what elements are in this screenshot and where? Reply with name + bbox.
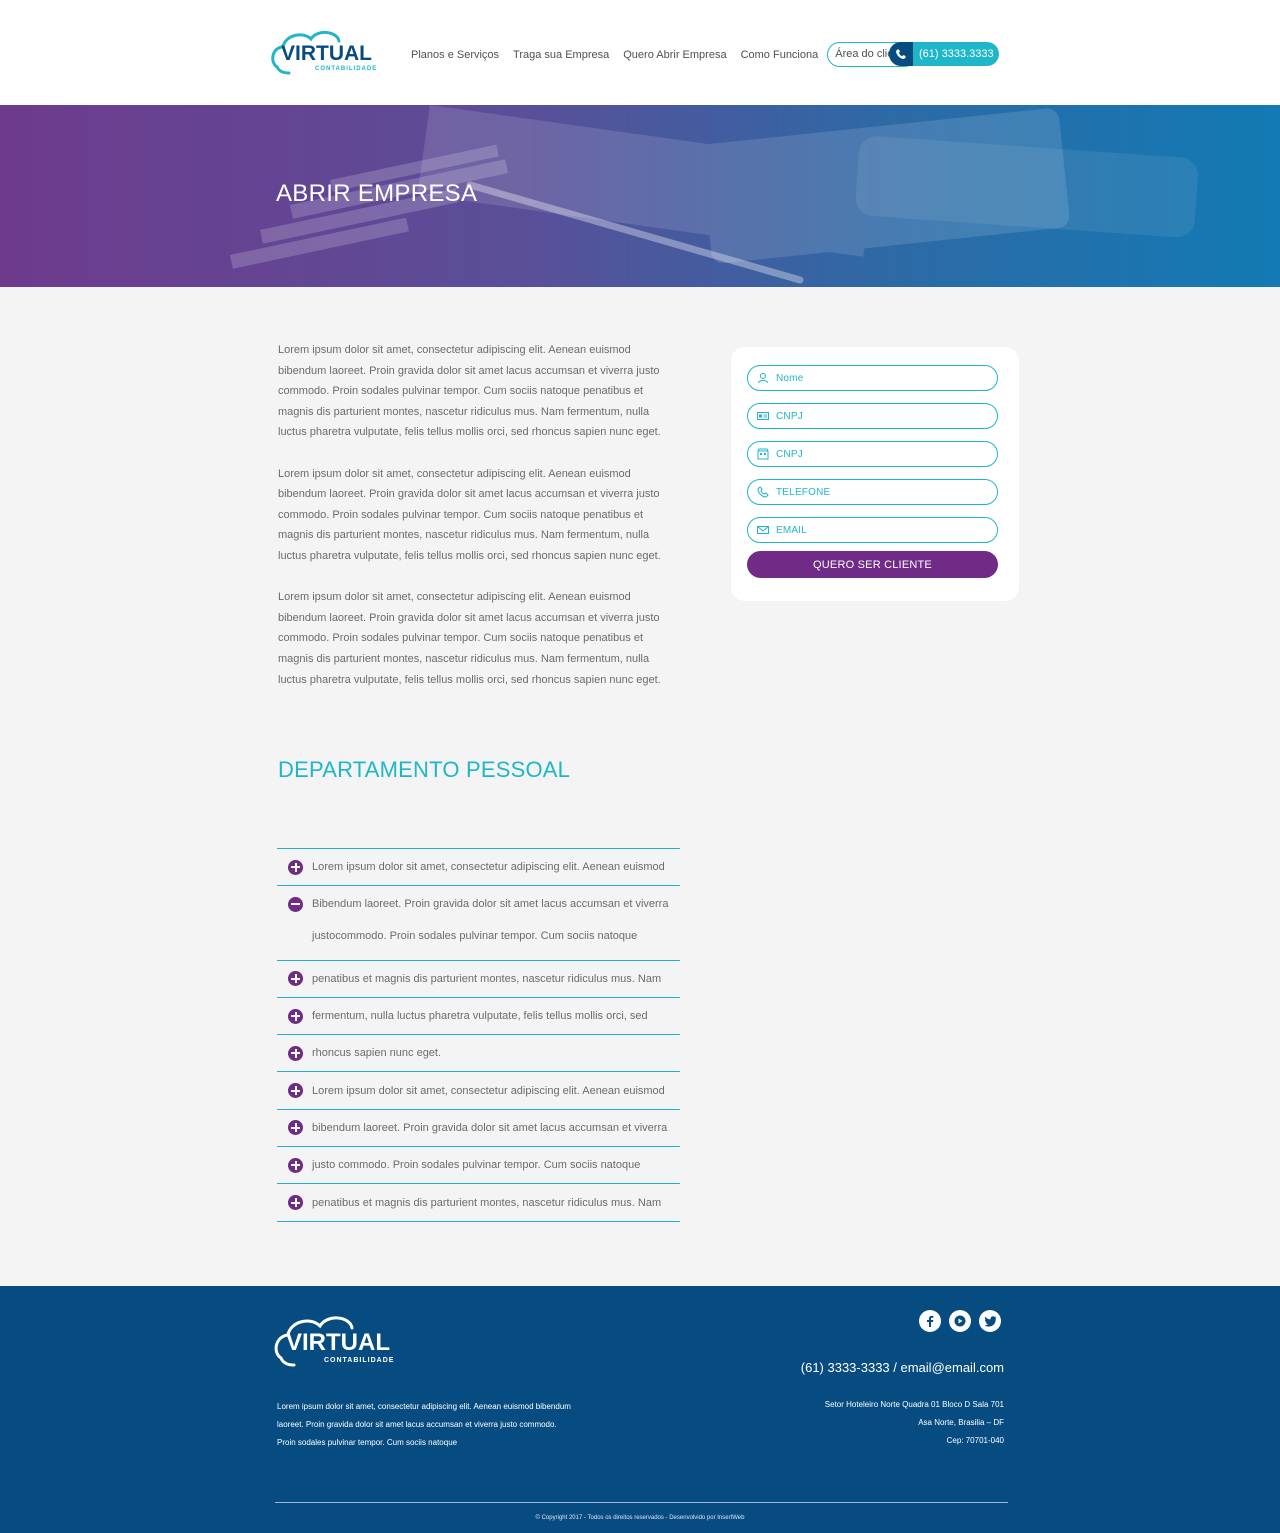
accordion-item[interactable]: justo commodo. Proin sodales pulvinar te… bbox=[277, 1147, 680, 1185]
accordion-item[interactable]: Lorem ipsum dolor sit amet, consectetur … bbox=[277, 849, 680, 887]
facebook-icon[interactable] bbox=[919, 1310, 941, 1332]
plus-icon bbox=[288, 1045, 303, 1061]
accordion-title: Lorem ipsum dolor sit amet, consectetur … bbox=[312, 861, 665, 874]
footer-contact: (61) 3333-3333 / email@email.com bbox=[800, 1360, 1004, 1375]
field-label: TELEFONE bbox=[776, 486, 831, 498]
accordion-item[interactable]: bibendum laoreet. Proin gravida dolor si… bbox=[277, 1110, 680, 1148]
paragraph: Lorem ipsum dolor sit amet, consectetur … bbox=[278, 467, 661, 562]
accordion-item[interactable]: rhoncus sapien nunc eget. bbox=[277, 1035, 680, 1073]
field-label: CNPJ bbox=[776, 448, 803, 460]
youtube-icon[interactable] bbox=[949, 1310, 971, 1332]
twitter-icon[interactable] bbox=[979, 1310, 1001, 1332]
accordion-item[interactable]: fermentum, nulla luctus pharetra vulputa… bbox=[277, 998, 680, 1036]
virtual-logo[interactable]: VIRTUAL CONTABILIDADE bbox=[271, 27, 381, 75]
accordion-title: bibendum laoreet. Proin gravida dolor si… bbox=[312, 1121, 668, 1134]
svg-text:VIRTUAL: VIRTUAL bbox=[281, 42, 372, 65]
paragraph: Lorem ipsum dolor sit amet, consectetur … bbox=[278, 344, 661, 439]
minus-icon bbox=[288, 896, 303, 912]
accordion-title: fermentum, nulla luctus pharetra vulputa… bbox=[312, 1010, 648, 1023]
accordion-title: rhoncus sapien nunc eget. bbox=[312, 1047, 442, 1060]
plus-icon bbox=[288, 1195, 303, 1211]
section-title: DEPARTAMENTO PESSOAL bbox=[278, 757, 571, 782]
accordion-item-open[interactable]: Bibendum laoreet. Proin gravida dolor si… bbox=[277, 886, 680, 961]
field-label: CNPJ bbox=[776, 410, 803, 422]
intro-text: Lorem ipsum dolor sit amet, consectetur … bbox=[278, 340, 678, 711]
email-field[interactable]: EMAIL bbox=[747, 517, 998, 543]
phone-field[interactable]: TELEFONE bbox=[747, 479, 998, 505]
accordion-title: Lorem ipsum dolor sit amet, consectetur … bbox=[312, 1084, 665, 1097]
site-footer: VIRTUAL CONTABILIDADE Lorem ipsum dolor … bbox=[0, 1286, 1280, 1533]
cnpj-field[interactable]: CNPJ bbox=[747, 403, 998, 429]
nav-planos[interactable]: Planos e Serviços bbox=[404, 43, 506, 67]
accordion-title: penatibus et magnis dis parturient monte… bbox=[312, 1196, 662, 1209]
hero-banner: ABRIR EMPRESA bbox=[0, 105, 1280, 287]
accordion-body: justocommodo. Proin sodales pulvinar tem… bbox=[312, 929, 638, 942]
contact-form: Nome CNPJ CNPJ TELEFONE EMAIL QUERO SER … bbox=[731, 347, 1019, 601]
submit-button[interactable]: QUERO SER CLIENTE bbox=[747, 551, 998, 578]
copyright: © Copyright 2017 - Todos os direitos res… bbox=[535, 1515, 745, 1521]
phone-number: (61) 3333.3333 bbox=[919, 48, 994, 60]
address-line: Cep: 70701-040 bbox=[946, 1436, 1004, 1445]
svg-text:CONTABILIDADE: CONTABILIDADE bbox=[315, 66, 377, 72]
building-icon bbox=[757, 448, 769, 460]
accordion-title: Bibendum laoreet. Proin gravida dolor si… bbox=[312, 898, 669, 911]
nav-traga-empresa[interactable]: Traga sua Empresa bbox=[506, 43, 616, 67]
plus-icon bbox=[288, 859, 303, 875]
address-line: Setor Hoteleiro Norte Quadra 01 Bloco D … bbox=[824, 1400, 1004, 1409]
site-header: VIRTUAL CONTABILIDADE Planos e Serviços … bbox=[0, 0, 1280, 105]
accordion-item[interactable]: Lorem ipsum dolor sit amet, consectetur … bbox=[277, 1072, 680, 1110]
paragraph: Lorem ipsum dolor sit amet, consectetur … bbox=[278, 591, 661, 686]
plus-icon bbox=[288, 1120, 303, 1136]
accordion-title: penatibus et magnis dis parturient monte… bbox=[312, 972, 662, 985]
main-nav: Planos e Serviços Traga sua Empresa Quer… bbox=[404, 42, 917, 67]
accordion-item[interactable]: penatibus et magnis dis parturient monte… bbox=[277, 1184, 680, 1222]
accordion-item[interactable]: penatibus et magnis dis parturient monte… bbox=[277, 961, 680, 998]
user-icon bbox=[757, 372, 769, 384]
phone-icon bbox=[757, 486, 769, 498]
plus-icon bbox=[288, 1157, 303, 1173]
footer-logo[interactable]: VIRTUAL CONTABILIDADE bbox=[274, 1312, 400, 1368]
nav-abrir-empresa[interactable]: Quero Abrir Empresa bbox=[616, 43, 733, 67]
page-title: ABRIR EMPRESA bbox=[276, 180, 478, 207]
field-label: EMAIL bbox=[776, 524, 808, 536]
envelope-icon bbox=[757, 524, 769, 536]
nav-como-funciona[interactable]: Como Funciona bbox=[734, 43, 826, 67]
name-field[interactable]: Nome bbox=[747, 365, 998, 391]
hero-background-image bbox=[230, 105, 1198, 284]
svg-text:VIRTUAL: VIRTUAL bbox=[286, 1329, 390, 1356]
address-line: Asa Norte, Brasilia – DF bbox=[918, 1418, 1004, 1427]
social-links bbox=[919, 1310, 1009, 1332]
accordion-title: justo commodo. Proin sodales pulvinar te… bbox=[312, 1159, 641, 1172]
faq-accordion: Lorem ipsum dolor sit amet, consectetur … bbox=[277, 848, 680, 1222]
plus-icon bbox=[288, 971, 303, 987]
footer-address: Setor Hoteleiro Norte Quadra 01 Bloco D … bbox=[825, 1396, 1004, 1450]
phone-icon bbox=[889, 42, 913, 66]
cnpj-company-field[interactable]: CNPJ bbox=[747, 441, 998, 467]
svg-text:CONTABILIDADE: CONTABILIDADE bbox=[324, 1357, 394, 1364]
footer-divider bbox=[275, 1502, 1008, 1503]
field-label: Nome bbox=[776, 372, 804, 384]
footer-description: Lorem ipsum dolor sit amet, consectetur … bbox=[277, 1402, 571, 1447]
plus-icon bbox=[288, 1008, 303, 1024]
phone-button[interactable]: (61) 3333.3333 bbox=[889, 42, 999, 66]
id-card-icon bbox=[757, 410, 769, 422]
plus-icon bbox=[288, 1083, 303, 1099]
